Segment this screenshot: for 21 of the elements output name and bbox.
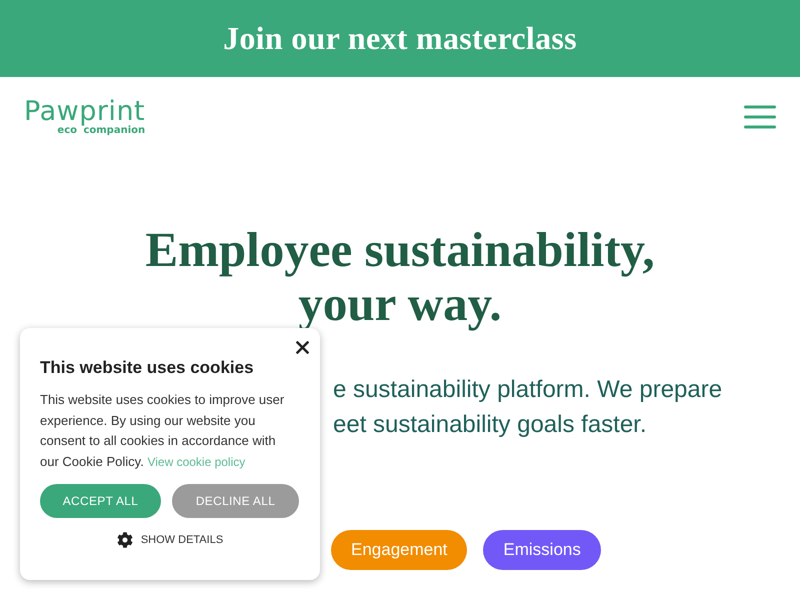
logo-tagline: eco companion: [57, 126, 146, 136]
cookie-policy-link[interactable]: View cookie policy: [147, 454, 246, 468]
decline-button[interactable]: DECLINE ALL: [172, 484, 299, 518]
close-icon: [296, 341, 309, 354]
settings-icon: [116, 532, 133, 548]
logo-name: Pawprint: [24, 98, 146, 125]
show-details-button[interactable]: SHOW DETAILS: [116, 532, 224, 548]
close-button[interactable]: [296, 341, 309, 354]
menu-button[interactable]: [744, 105, 776, 129]
hero-subtitle: eet sustainability goals faster.: [333, 410, 647, 440]
cookie-title: This website uses cookies: [40, 357, 255, 379]
cookie-text: This website uses cookies to improve user experience. By using our website you consent to all cookies in accordance with our Cookie Policy. View cookie policy: [40, 391, 286, 471]
accept-button[interactable]: ACCEPT ALL: [40, 484, 161, 518]
hero-heading: Employee sustainability,: [144, 223, 656, 277]
hero-subtitle: e sustainability platform. We prepare: [333, 375, 722, 405]
hero-heading: your way.: [298, 277, 502, 331]
topic-pill[interactable]: Emissions: [483, 530, 601, 570]
topic-pill[interactable]: Engagement: [331, 530, 468, 570]
logo[interactable]: Pawprint eco companion: [24, 98, 146, 136]
masterclass-link[interactable]: Join our next masterclass: [223, 20, 577, 57]
menu-icon: [744, 105, 776, 129]
